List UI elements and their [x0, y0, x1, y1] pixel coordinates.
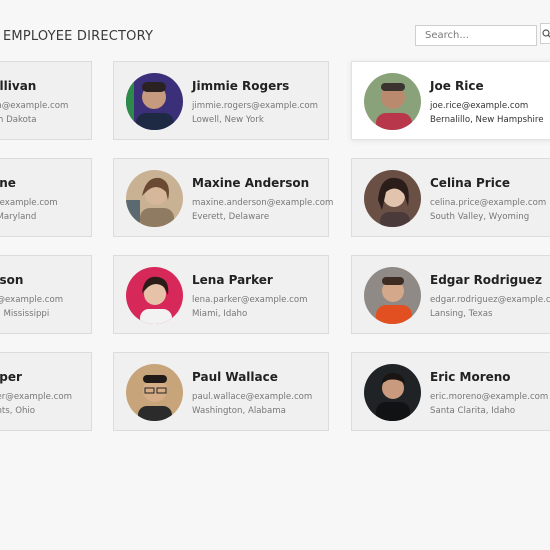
employee-email: lena.parker@example.com: [192, 295, 308, 305]
employee-location: Santa Clarita, Idaho: [430, 406, 516, 416]
employee-email: celina.price@example.com: [430, 198, 547, 208]
employee-card[interactable]: Joe Rice joe.rice@example.com Bernalillo…: [351, 61, 550, 140]
employee-name: one: [0, 176, 16, 190]
employee-name: Maxine Anderson: [192, 176, 310, 190]
employee-email: edgar.rodriguez@example.com: [430, 295, 550, 305]
employee-email: joe.rice@example.com: [430, 101, 529, 111]
employee-name: oper: [0, 370, 22, 384]
avatar: [364, 267, 421, 324]
employee-location: Lansing, Texas: [430, 309, 493, 319]
employee-email: eric.moreno@example.com: [430, 392, 549, 402]
employee-location: Bernalillo, New Hampshire: [430, 115, 544, 125]
employee-name: Jimmie Rogers: [192, 79, 290, 93]
avatar: [364, 170, 421, 227]
employee-location: Lowell, New York: [192, 115, 264, 125]
employee-card[interactable]: Paul Wallace paul.wallace@example.com Wa…: [113, 352, 329, 431]
employee-card[interactable]: oper per@example.com ghts, Ohio: [0, 352, 92, 431]
employee-location: , Maryland: [0, 212, 37, 222]
employee-location: w, Mississippi: [0, 309, 50, 319]
employee-name: Eric Moreno: [430, 370, 511, 384]
page-title: EMPLOYEE DIRECTORY: [3, 29, 154, 44]
avatar: [364, 364, 421, 421]
employee-card[interactable]: Lena Parker lena.parker@example.com Miam…: [113, 255, 329, 334]
avatar: [364, 73, 421, 130]
employee-name: ullivan: [0, 79, 37, 93]
search-bar: [415, 23, 550, 46]
employee-email: paul.wallace@example.com: [192, 392, 313, 402]
employee-card[interactable]: Celina Price celina.price@example.com So…: [351, 158, 550, 237]
search-button[interactable]: [540, 23, 550, 44]
employee-location: ghts, Ohio: [0, 406, 36, 416]
avatar: [126, 73, 183, 130]
employee-email: n@example.com: [0, 295, 64, 305]
employee-card[interactable]: nson n@example.com w, Mississippi: [0, 255, 92, 334]
search-icon: [542, 28, 550, 38]
employee-email: @example.com: [0, 198, 58, 208]
avatar: [126, 267, 183, 324]
employee-location: Washington, Alabama: [192, 406, 286, 416]
employee-location: Miami, Idaho: [192, 309, 248, 319]
employee-card[interactable]: Jimmie Rogers jimmie.rogers@example.com …: [113, 61, 329, 140]
employee-card[interactable]: Maxine Anderson maxine.anderson@example.…: [113, 158, 333, 237]
employee-name: Celina Price: [430, 176, 511, 190]
employee-email: jimmie.rogers@example.com: [192, 101, 318, 111]
employee-card[interactable]: ullivan an@example.com rth Dakota: [0, 61, 92, 140]
employee-email: maxine.anderson@example.com: [192, 198, 334, 208]
avatar: [126, 170, 183, 227]
employee-location: rth Dakota: [0, 115, 37, 125]
employee-name: Joe Rice: [430, 79, 484, 93]
employee-card[interactable]: one @example.com , Maryland: [0, 158, 92, 237]
employee-name: Lena Parker: [192, 273, 273, 287]
employee-card[interactable]: Edgar Rodriguez edgar.rodriguez@example.…: [351, 255, 550, 334]
employee-location: Everett, Delaware: [192, 212, 270, 222]
avatar: [126, 364, 183, 421]
employee-name: Edgar Rodriguez: [430, 273, 542, 287]
employee-name: Paul Wallace: [192, 370, 278, 384]
search-input[interactable]: [415, 25, 537, 46]
employee-email: an@example.com: [0, 101, 69, 111]
employee-email: per@example.com: [0, 392, 72, 402]
employee-location: South Valley, Wyoming: [430, 212, 530, 222]
employee-name: nson: [0, 273, 24, 287]
employee-card[interactable]: Eric Moreno eric.moreno@example.com Sant…: [351, 352, 550, 431]
